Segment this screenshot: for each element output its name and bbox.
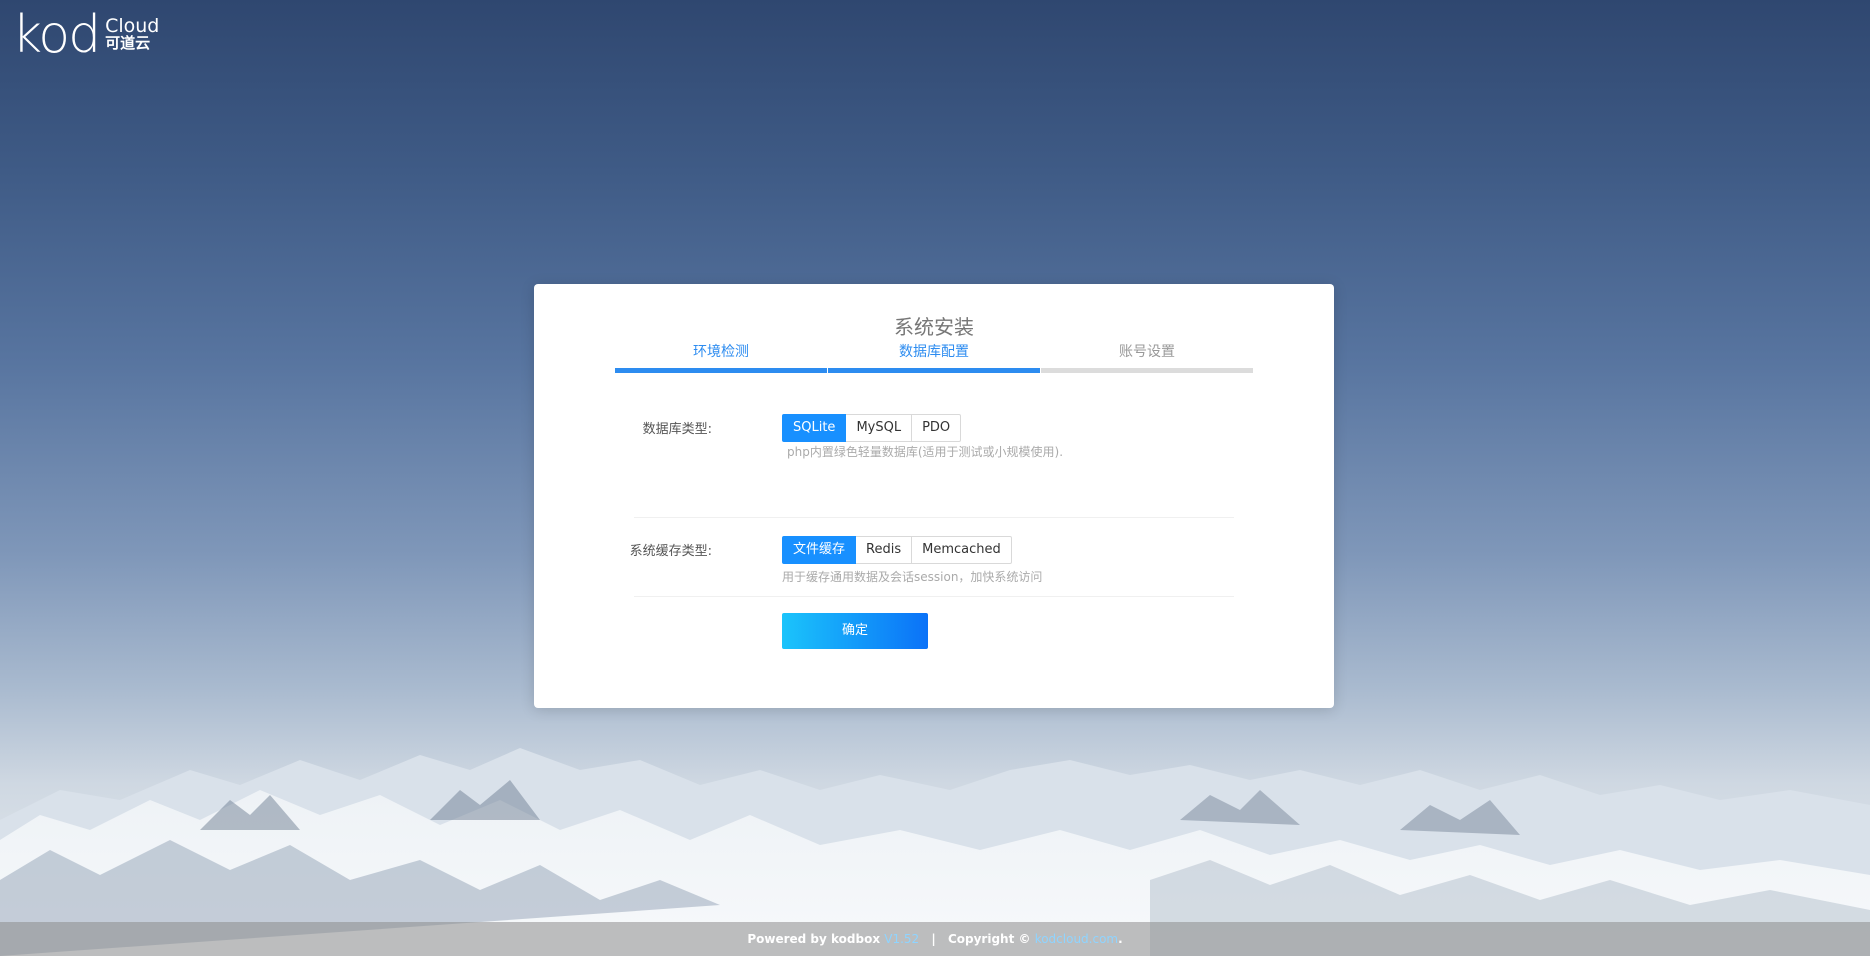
footer-copyright: Copyright ©: [947, 932, 1031, 946]
step-label: 环境检测: [693, 344, 749, 360]
db-option-mysql[interactable]: MySQL: [845, 414, 913, 442]
kodcloud-logo[interactable]: kod Cloud 可道云: [12, 5, 160, 65]
cache-option-memcached[interactable]: Memcached: [911, 536, 1012, 564]
step-progress-bar: [828, 368, 1040, 373]
step-env-check: 环境检测: [615, 339, 827, 373]
page-footer: Powered by kodbox V1.52 | Copyright © ko…: [0, 922, 1870, 956]
page-title: 系统安装: [894, 315, 974, 339]
footer-version-link[interactable]: V1.52: [884, 932, 919, 946]
db-type-selector: SQLite MySQL PDO: [782, 414, 962, 442]
db-type-label: 数据库类型:: [642, 422, 712, 437]
logo-kod-text: kod: [12, 5, 101, 65]
step-progress-bar: [615, 368, 827, 373]
step-db-config: 数据库配置: [828, 339, 1040, 373]
db-option-pdo[interactable]: PDO: [911, 414, 962, 442]
cache-type-hint: 用于缓存通用数据及会话session，加快系统访问: [782, 570, 1043, 584]
confirm-button[interactable]: 确定: [782, 613, 928, 649]
step-label: 数据库配置: [899, 344, 969, 360]
install-card: 系统安装 环境检测 数据库配置 账号设置 数据库类型: SQLite MySQL…: [534, 284, 1334, 708]
section-divider: [634, 596, 1234, 597]
db-type-hint: php内置绿色轻量数据库(适用于测试或小规模使用).: [787, 445, 1064, 459]
footer-end: .: [1118, 932, 1123, 946]
logo-cn-text: 可道云: [105, 34, 151, 52]
section-divider: [634, 517, 1234, 518]
step-label: 账号设置: [1119, 344, 1175, 360]
footer-powered: Powered by kodbox: [747, 932, 881, 946]
logo-cloud-text: Cloud: [105, 15, 160, 37]
cache-type-label: 系统缓存类型:: [629, 544, 712, 559]
step-account-setup: 账号设置: [1041, 339, 1253, 373]
install-steps: 环境检测 数据库配置 账号设置: [615, 339, 1253, 373]
cache-option-redis[interactable]: Redis: [855, 536, 913, 564]
cache-option-file[interactable]: 文件缓存: [782, 536, 857, 564]
footer-separator: |: [931, 932, 936, 946]
step-progress-bar: [1041, 368, 1253, 373]
db-option-sqlite[interactable]: SQLite: [782, 414, 847, 442]
footer-site-link[interactable]: kodcloud.com: [1035, 932, 1118, 946]
cache-type-selector: 文件缓存 Redis Memcached: [782, 536, 1012, 564]
logo-side-text: Cloud 可道云: [105, 15, 160, 52]
